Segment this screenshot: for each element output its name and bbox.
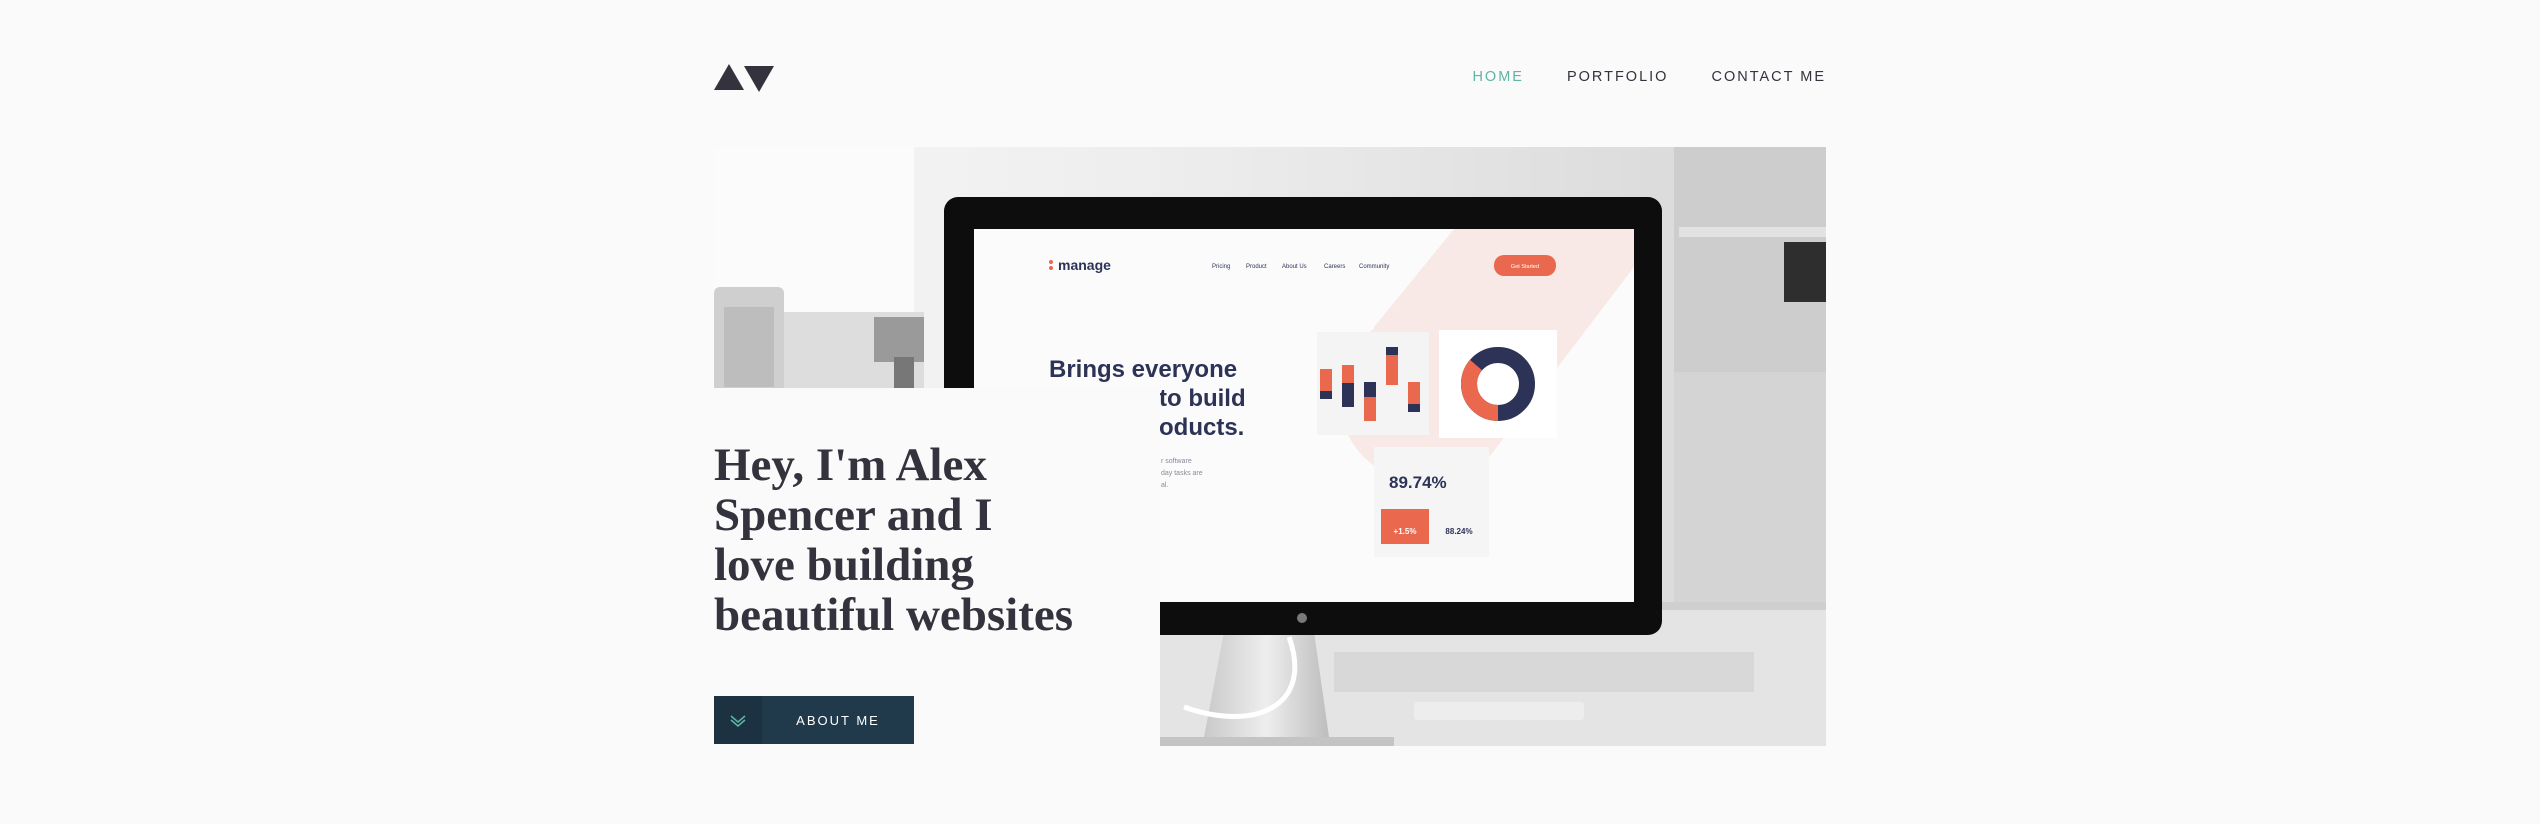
double-chevron-down-icon	[714, 696, 762, 744]
about-me-button[interactable]: ABOUT ME	[714, 696, 914, 744]
mockup-headline-line-1: Brings everyone	[1049, 356, 1237, 383]
nav-contact-link[interactable]: CONTACT ME	[1711, 69, 1826, 85]
mockup-cta: Get Started	[1511, 264, 1539, 270]
mockup-menu-product: Product	[1246, 264, 1267, 270]
intro-heading-line-3: love building	[714, 539, 974, 591]
mockup-body-3: al.	[1161, 482, 1168, 489]
intro-heading-line-2: Spencer and I	[714, 489, 993, 541]
mockup-body-1: r software	[1161, 458, 1192, 465]
mockup-stat-secondary: 88.24%	[1445, 527, 1472, 536]
mockup-menu-community: Community	[1359, 264, 1389, 270]
mockup-menu-pricing: Pricing	[1212, 264, 1230, 270]
about-me-button-label: ABOUT ME	[796, 712, 880, 728]
site-header: HOME PORTFOLIO CONTACT ME	[714, 62, 1826, 94]
intro-heading-line-4: beautiful websites	[714, 589, 1074, 641]
mockup-brand: manage	[1058, 257, 1111, 273]
nav-home-link[interactable]: HOME	[1472, 69, 1524, 85]
mockup-headline-line-2: to build	[1159, 385, 1246, 412]
mockup-stat-main: 89.74%	[1389, 473, 1447, 492]
mockup-menu-careers: Careers	[1324, 264, 1345, 270]
intro-heading-line-1: Hey, I'm Alex	[714, 439, 987, 491]
mockup-headline-line-3: oducts.	[1159, 414, 1244, 441]
mockup-stat-delta: +1.5%	[1394, 527, 1417, 536]
mockup-body-2: day tasks are	[1161, 470, 1203, 477]
main-nav: HOME PORTFOLIO CONTACT ME	[1472, 69, 1826, 85]
mockup-menu-about: About Us	[1282, 264, 1307, 270]
intro-heading: Hey, I'm Alex Spencer and I love buildin…	[714, 440, 1154, 640]
alex-spencer-logo-icon[interactable]	[714, 62, 774, 94]
nav-portfolio-link[interactable]: PORTFOLIO	[1567, 69, 1669, 85]
intro-card: Hey, I'm Alex Spencer and I love buildin…	[714, 388, 1160, 746]
